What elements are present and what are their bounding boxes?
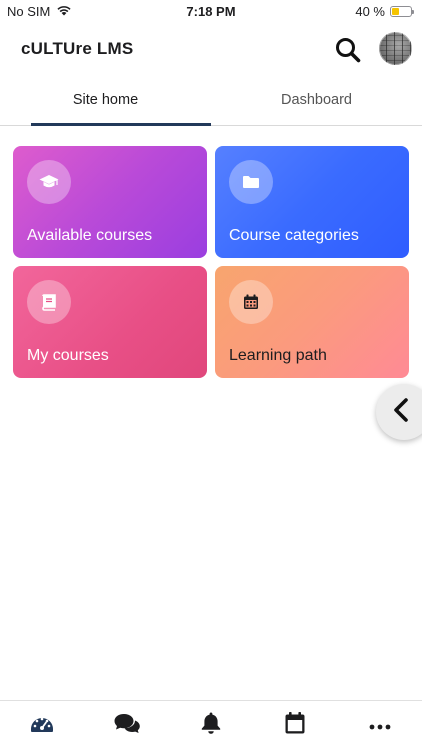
graduation-cap-icon (27, 160, 71, 204)
user-avatar[interactable] (379, 32, 412, 65)
nav-more[interactable] (338, 701, 422, 750)
available-courses-card[interactable]: Available courses (13, 146, 207, 258)
chevron-left-icon (393, 397, 409, 427)
my-courses-label: My courses (27, 347, 109, 364)
calendar-icon (229, 280, 273, 324)
battery-level (392, 8, 400, 15)
learning-path-label: Learning path (229, 347, 327, 364)
dashboard-gauge-icon (29, 712, 55, 739)
search-icon[interactable] (334, 36, 362, 64)
status-bar: No SIM 7:18 PM 40 % (0, 0, 422, 24)
my-courses-card[interactable]: My courses (13, 266, 207, 378)
messages-icon (113, 712, 141, 739)
calendar-icon (284, 711, 306, 740)
nav-dashboard[interactable] (0, 701, 84, 750)
course-categories-card[interactable]: Course categories (215, 146, 409, 258)
bell-icon (200, 711, 222, 740)
tab-site-home-label: Site home (72, 92, 139, 108)
book-icon (27, 280, 71, 324)
nav-messages[interactable] (84, 701, 168, 750)
tab-bar: Site home Dashboard (0, 76, 422, 126)
nav-notifications[interactable] (169, 701, 253, 750)
tab-site-home[interactable]: Site home (0, 76, 211, 126)
drawer-toggle-button[interactable] (376, 384, 422, 440)
app-title: cULTUre LMS (21, 39, 134, 58)
course-categories-label: Course categories (229, 227, 359, 244)
folder-icon (229, 160, 273, 204)
nav-calendar[interactable] (253, 701, 337, 750)
battery-icon (390, 6, 414, 17)
status-right: 40 % (355, 4, 414, 19)
bottom-nav (0, 700, 422, 750)
tab-dashboard[interactable]: Dashboard (211, 76, 422, 125)
available-courses-label: Available courses (27, 227, 153, 244)
app-header: cULTUre LMS (0, 24, 422, 76)
site-home-grid: Available courses Course categories My c… (13, 146, 409, 378)
more-icon (369, 717, 391, 735)
learning-path-card[interactable]: Learning path (215, 266, 409, 378)
tab-dashboard-label: Dashboard (281, 92, 352, 108)
battery-percent: 40 % (355, 4, 385, 19)
